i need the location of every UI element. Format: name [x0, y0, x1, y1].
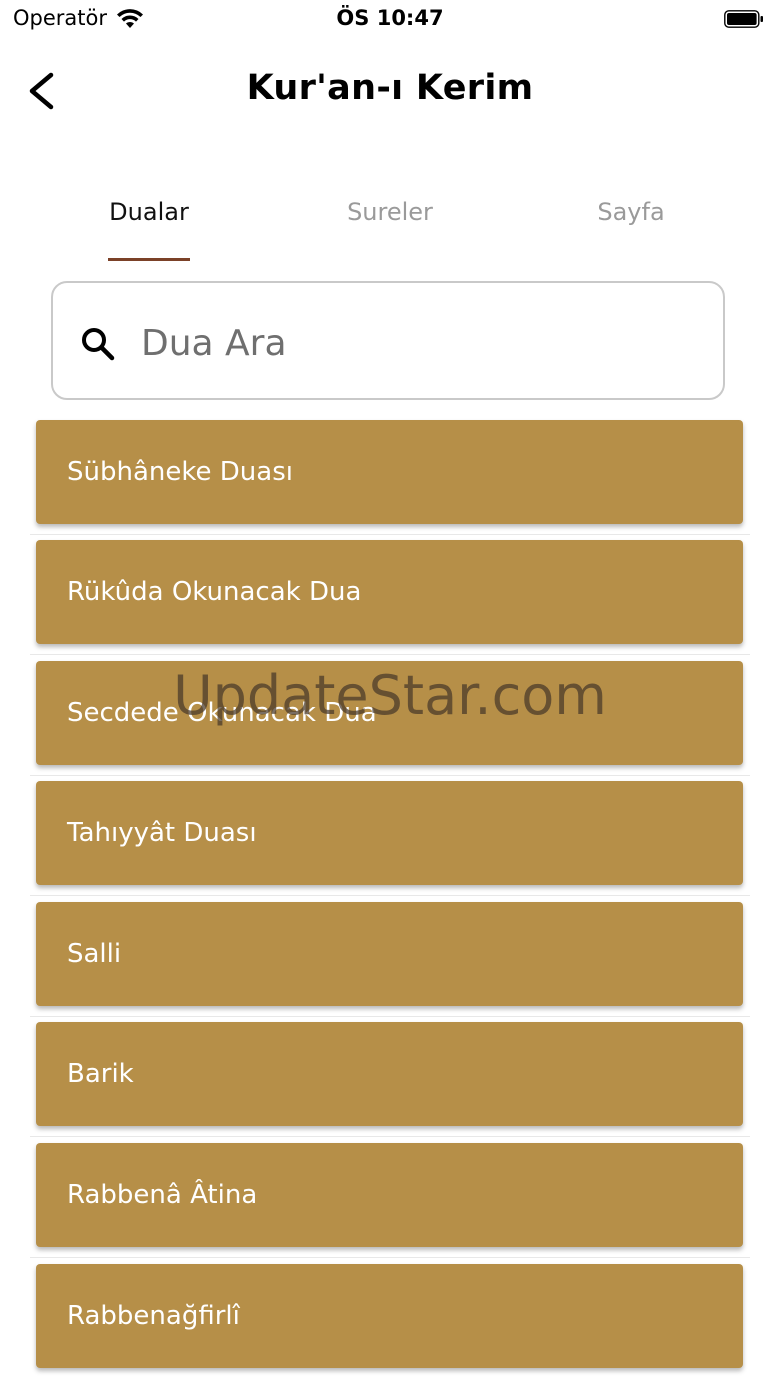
list-item-label: Tahıyyât Duası: [67, 818, 257, 848]
status-bar: Operatör ÖS 10:47: [0, 0, 780, 40]
list-item-label: Rükûda Okunacak Dua: [67, 577, 362, 607]
clock: ÖS 10:47: [336, 6, 444, 30]
list-item[interactable]: Rabbenâ Âtina: [36, 1143, 743, 1247]
list-item[interactable]: Salli: [36, 902, 743, 1006]
row-divider: [30, 1136, 750, 1137]
list-item-label: Sübhâneke Duası: [67, 457, 293, 487]
list-item-label: Salli: [67, 939, 122, 969]
list-item[interactable]: Barik: [36, 1022, 743, 1126]
list-item-label: Rabbenağfirlî: [67, 1301, 240, 1331]
list-item[interactable]: Tahıyyât Duası: [36, 781, 743, 885]
list-item[interactable]: Secdede Okunacak Dua: [36, 661, 743, 765]
tab-dualar[interactable]: Dualar: [88, 198, 210, 226]
list-item[interactable]: Rabbenağfirlî: [36, 1264, 743, 1368]
active-tab-indicator: [108, 258, 190, 261]
list-item[interactable]: Rükûda Okunacak Dua: [36, 540, 743, 644]
search-box[interactable]: [51, 281, 725, 400]
row-divider: [30, 1016, 750, 1017]
row-divider: [30, 1257, 750, 1258]
page-title: Kur'an-ı Kerim: [246, 68, 534, 108]
row-divider: [30, 775, 750, 776]
tab-sayfa[interactable]: Sayfa: [570, 198, 692, 226]
tab-sureler[interactable]: Sureler: [329, 198, 451, 226]
search-icon: [82, 328, 115, 361]
list-item-label: Rabbenâ Âtina: [67, 1180, 258, 1210]
search-input[interactable]: [141, 313, 701, 373]
row-divider: [30, 534, 750, 535]
row-divider: [30, 895, 750, 896]
battery-icon: [724, 10, 763, 28]
list-item-label: Secdede Okunacak Dua: [67, 698, 377, 728]
list-item[interactable]: Sübhâneke Duası: [36, 420, 743, 524]
list-item-label: Barik: [67, 1059, 134, 1089]
row-divider: [30, 654, 750, 655]
